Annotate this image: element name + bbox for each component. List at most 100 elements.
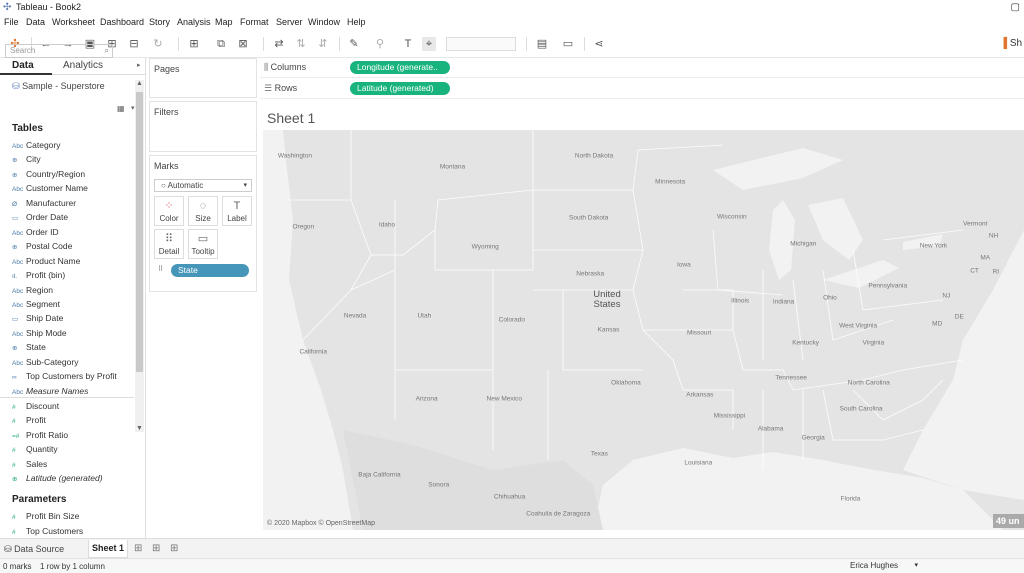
mark-type-dropdown[interactable]: ○ Automatic ▾ — [154, 179, 252, 192]
menu-bar: File Data Worksheet Dashboard Story Anal… — [0, 16, 1024, 31]
menu-map[interactable]: Map — [215, 17, 233, 27]
clear-sheet-icon[interactable]: ⊠ — [236, 37, 250, 51]
menu-help[interactable]: Help — [347, 17, 366, 27]
tooltip-icon: ▭ — [197, 233, 209, 245]
sort-ascending-icon[interactable]: ⇅ — [294, 37, 308, 51]
new-story-tab-icon[interactable]: ⊞ — [170, 543, 178, 554]
latitude-pill[interactable]: Latitude (generated) — [350, 82, 450, 95]
state-label: Sonora — [428, 481, 450, 489]
label-icon: T — [233, 200, 241, 212]
field-item[interactable]: # Profit Bin Size — [12, 509, 134, 523]
menu-window[interactable]: Window — [308, 17, 340, 27]
label-button[interactable]: T Label — [222, 196, 252, 226]
presentation-mode-icon[interactable]: ▭ — [561, 37, 575, 51]
field-item[interactable]: # Profit — [12, 413, 134, 427]
menu-server[interactable]: Server — [276, 17, 303, 27]
field-item[interactable]: ıl. Profit (bin) — [12, 268, 134, 282]
search-input[interactable]: Search ⌕ — [5, 44, 113, 58]
field-item[interactable]: ⊕ Latitude (generated) — [12, 471, 134, 485]
field-item[interactable]: Ø Manufacturer — [12, 196, 134, 210]
rows-shelf[interactable]: ☰ Rows Latitude (generated) — [260, 79, 1024, 99]
field-item[interactable]: Abc Ship Mode — [12, 326, 134, 340]
tab-sheet1[interactable]: Sheet 1 — [88, 540, 128, 558]
state-pill[interactable]: State — [171, 264, 249, 277]
new-worksheet-icon[interactable]: ⊞ — [187, 37, 201, 51]
fix-axes-icon[interactable]: ⌖ — [422, 37, 436, 51]
field-item[interactable]: =# Profit Ratio — [12, 428, 134, 442]
duplicate-sheet-icon[interactable]: ⧉ — [214, 37, 228, 51]
state-label: Georgia — [801, 434, 825, 442]
pane-collapse-icon[interactable]: ▸ — [137, 61, 141, 69]
highlight-icon[interactable]: ✎ — [347, 37, 361, 51]
show-labels-icon[interactable]: T — [401, 37, 415, 51]
show-cards-icon[interactable]: ▤ — [535, 37, 549, 51]
menu-dashboard[interactable]: Dashboard — [100, 17, 144, 27]
field-item[interactable]: # Top Customers — [12, 524, 134, 538]
field-item[interactable]: # Quantity — [12, 442, 134, 456]
tab-data[interactable]: Data — [12, 60, 34, 71]
sheet-title[interactable]: Sheet 1 — [267, 110, 315, 126]
color-button[interactable]: ⁘ Color — [154, 196, 184, 226]
refresh-icon[interactable]: ↻ — [151, 37, 165, 51]
group-members-icon[interactable]: ⚲ — [373, 37, 387, 51]
scroll-down-icon[interactable]: ▼ — [135, 425, 144, 432]
menu-file[interactable]: File — [4, 17, 19, 27]
state-label: Michigan — [790, 240, 817, 248]
state-label: Wisconsin — [716, 213, 747, 221]
search-icon: ⌕ — [104, 46, 109, 55]
sort-descending-icon[interactable]: ⇵ — [316, 37, 330, 51]
map-view[interactable]: Washington Oregon California Idaho Montana Ne… — [263, 130, 1024, 530]
field-item[interactable]: ∞ Top Customers by Profit — [12, 369, 134, 383]
field-item[interactable]: ▭ Ship Date — [12, 311, 134, 325]
pane-menu-icon[interactable]: ▾ — [131, 104, 135, 112]
tooltip-button[interactable]: ▭ Tooltip — [188, 229, 218, 259]
field-label: Country/Region — [26, 168, 86, 179]
tab-data-source[interactable]: ⛁ Data Source — [4, 544, 64, 555]
longitude-pill[interactable]: Longitude (generate.. — [350, 61, 450, 74]
field-item[interactable]: Abc Segment — [12, 297, 134, 311]
view-toggle-icon[interactable]: ▦ — [117, 104, 125, 113]
menu-worksheet[interactable]: Worksheet — [52, 17, 95, 27]
menu-analysis[interactable]: Analysis — [177, 17, 211, 27]
tab-analytics[interactable]: Analytics — [63, 60, 103, 71]
datasource-item[interactable]: ⛁ Sample - Superstore — [12, 81, 105, 92]
columns-icon: ⫼ — [264, 62, 269, 72]
field-item[interactable]: ▭ Order Date — [12, 210, 134, 224]
menu-format[interactable]: Format — [240, 17, 269, 27]
field-item[interactable]: Abc Measure Names — [12, 384, 134, 398]
field-item[interactable]: Abc Sub-Category — [12, 355, 134, 369]
show-me-button[interactable]: ▐ Sh — [1000, 38, 1022, 49]
map-attribution[interactable]: © 2020 Mapbox © OpenStreetMap — [267, 520, 375, 527]
columns-shelf[interactable]: ⫼ Columns Longitude (generate.. — [260, 58, 1024, 78]
unknown-marks-badge[interactable]: 49 un — [993, 514, 1024, 528]
field-item[interactable]: # Sales — [12, 457, 134, 471]
filters-card[interactable]: Filters — [149, 101, 257, 152]
field-item[interactable]: ⊕ Postal Code — [12, 239, 134, 253]
restore-window-button[interactable]: ▢ — [984, 0, 1024, 16]
field-item[interactable]: Abc Product Name — [12, 254, 134, 268]
state-label: Baja California — [358, 471, 401, 479]
menu-data[interactable]: Data — [26, 17, 45, 27]
menu-story[interactable]: Story — [149, 17, 170, 27]
pages-card[interactable]: Pages — [149, 58, 257, 98]
field-item[interactable]: ⊕ Country/Region — [12, 167, 134, 181]
field-item[interactable]: ⊕ City — [12, 152, 134, 166]
user-menu[interactable]: Erica Hughes ▾ — [836, 559, 922, 572]
field-list-scrollbar[interactable]: ▲ ▼ — [135, 80, 144, 432]
field-item[interactable]: Abc Order ID — [12, 225, 134, 239]
field-item[interactable]: Abc Region — [12, 283, 134, 297]
detail-button[interactable]: ⠿ Detail — [154, 229, 184, 259]
field-item[interactable]: # Discount — [12, 399, 134, 413]
new-dashboard-tab-icon[interactable]: ⊞ — [152, 543, 160, 554]
swap-rows-columns-icon[interactable]: ⇄ — [272, 37, 286, 51]
pause-updates-icon[interactable]: ⊟ — [127, 37, 141, 51]
field-item[interactable]: Abc Customer Name — [12, 181, 134, 195]
size-button[interactable]: ◌ Size — [188, 196, 218, 226]
scroll-up-icon[interactable]: ▲ — [135, 80, 144, 87]
share-icon[interactable]: ⋖ — [592, 37, 606, 51]
field-item[interactable]: ⊕ State — [12, 340, 134, 354]
fit-dropdown[interactable] — [446, 37, 516, 51]
state-label: DE — [954, 313, 964, 321]
new-worksheet-tab-icon[interactable]: ⊞ — [134, 543, 142, 554]
field-item[interactable]: Abc Category — [12, 138, 134, 152]
